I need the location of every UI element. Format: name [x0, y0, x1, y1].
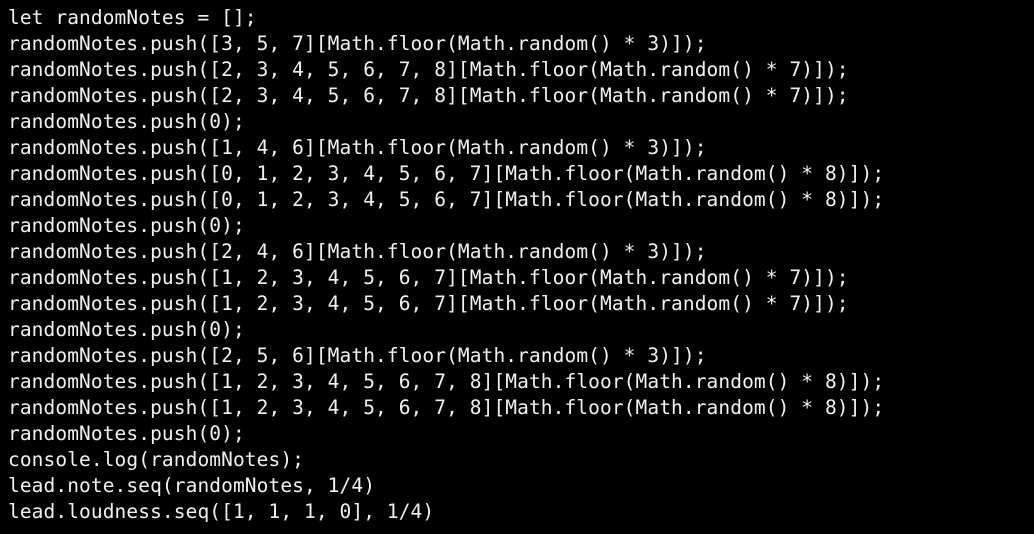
code-line-5[interactable]: randomNotes.push(0); — [8, 109, 1034, 135]
code-line-9[interactable]: randomNotes.push(0); — [8, 213, 1034, 239]
code-line-2[interactable]: randomNotes.push([3, 5, 7][Math.floor(Ma… — [8, 31, 1034, 57]
code-line-14[interactable]: randomNotes.push([2, 5, 6][Math.floor(Ma… — [8, 343, 1034, 369]
code-line-20[interactable]: lead.loudness.seq([1, 1, 1, 0], 1/4) — [8, 499, 1034, 525]
code-line-8[interactable]: randomNotes.push([0, 1, 2, 3, 4, 5, 6, 7… — [8, 187, 1034, 213]
code-line-11[interactable]: randomNotes.push([1, 2, 3, 4, 5, 6, 7][M… — [8, 265, 1034, 291]
code-line-15[interactable]: randomNotes.push([1, 2, 3, 4, 5, 6, 7, 8… — [8, 369, 1034, 395]
code-line-19[interactable]: lead.note.seq(randomNotes, 1/4) — [8, 473, 1034, 499]
code-editor[interactable]: let randomNotes = []; randomNotes.push([… — [0, 0, 1034, 534]
code-line-16[interactable]: randomNotes.push([1, 2, 3, 4, 5, 6, 7, 8… — [8, 395, 1034, 421]
code-line-12[interactable]: randomNotes.push([1, 2, 3, 4, 5, 6, 7][M… — [8, 291, 1034, 317]
code-line-10[interactable]: randomNotes.push([2, 4, 6][Math.floor(Ma… — [8, 239, 1034, 265]
code-line-6[interactable]: randomNotes.push([1, 4, 6][Math.floor(Ma… — [8, 135, 1034, 161]
code-line-13[interactable]: randomNotes.push(0); — [8, 317, 1034, 343]
code-line-7[interactable]: randomNotes.push([0, 1, 2, 3, 4, 5, 6, 7… — [8, 161, 1034, 187]
code-line-1[interactable]: let randomNotes = []; — [8, 5, 1034, 31]
code-line-4[interactable]: randomNotes.push([2, 3, 4, 5, 6, 7, 8][M… — [8, 83, 1034, 109]
code-line-3[interactable]: randomNotes.push([2, 3, 4, 5, 6, 7, 8][M… — [8, 57, 1034, 83]
code-line-17[interactable]: randomNotes.push(0); — [8, 421, 1034, 447]
code-line-18[interactable]: console.log(randomNotes); — [8, 447, 1034, 473]
